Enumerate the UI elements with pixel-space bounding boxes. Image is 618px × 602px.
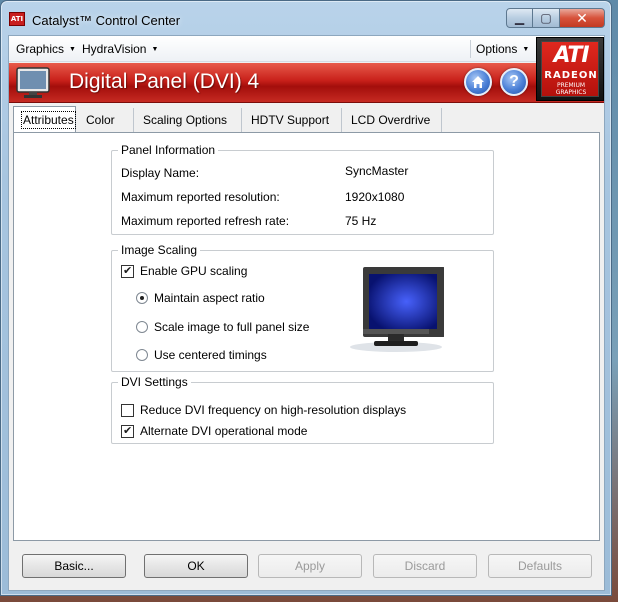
panel-information-group: Panel Information Display Name: SyncMast…	[111, 143, 494, 235]
maintain-aspect-ratio-radio[interactable]	[136, 292, 148, 304]
home-button[interactable]	[464, 68, 492, 96]
attributes-panel: Panel Information Display Name: SyncMast…	[13, 132, 600, 541]
catalyst-window: ATI Catalyst™ Control Center ▁ ▢ ✕ Graph…	[0, 0, 612, 596]
chevron-down-icon: ▼	[151, 45, 159, 53]
maintain-aspect-ratio-label: Maintain aspect ratio	[154, 291, 265, 305]
alternate-dvi-mode-label: Alternate DVI operational mode	[140, 424, 308, 438]
discard-button[interactable]: Discard	[373, 554, 477, 578]
tab-color[interactable]: Color	[77, 108, 134, 132]
max-refresh-rate-label: Maximum reported refresh rate:	[121, 214, 290, 228]
scale-full-panel-option[interactable]: Scale image to full panel size	[136, 320, 309, 334]
maintain-aspect-ratio-option[interactable]: Maintain aspect ratio	[136, 291, 265, 305]
monitor-preview-icon	[350, 267, 444, 352]
max-refresh-rate-value: 75 Hz	[345, 214, 377, 228]
tab-scaling-options[interactable]: Scaling Options	[134, 108, 242, 132]
display-name-label: Display Name:	[121, 166, 200, 180]
menu-separator	[470, 40, 471, 58]
centered-timings-label: Use centered timings	[154, 348, 267, 362]
chevron-down-icon: ▼	[69, 45, 76, 53]
page-title: Digital Panel (DVI) 4	[69, 70, 260, 93]
tab-lcd-overdrive-label: LCD Overdrive	[351, 113, 431, 127]
monitor-icon	[16, 67, 50, 98]
window-title: Catalyst™ Control Center	[32, 13, 181, 28]
menu-bar: Graphics ▼ HydraVision ▼ Options ▼	[9, 36, 604, 62]
tab-hdtv-support[interactable]: HDTV Support	[242, 108, 342, 132]
ati-radeon-logo: ATI RADEON PREMIUM GRAPHICS	[536, 37, 604, 101]
panel-information-title: Panel Information	[118, 143, 219, 157]
enable-gpu-scaling-label: Enable GPU scaling	[140, 264, 248, 278]
tab-color-label: Color	[86, 113, 115, 127]
ok-button[interactable]: OK	[144, 554, 248, 578]
dvi-settings-group: DVI Settings Reduce DVI frequency on hig…	[111, 375, 494, 444]
chevron-down-icon: ▼	[522, 45, 530, 53]
home-icon	[472, 76, 484, 88]
dialog-button-bar: Basic... OK Apply Discard Defaults	[9, 544, 604, 590]
scale-full-panel-label: Scale image to full panel size	[154, 320, 310, 334]
max-resolution-value: 1920x1080	[345, 190, 405, 204]
basic-button[interactable]: Basic...	[22, 554, 126, 578]
minimize-button[interactable]: ▁	[506, 8, 533, 28]
ati-logo-badge: ATI RADEON PREMIUM GRAPHICS	[541, 41, 599, 97]
reduce-dvi-frequency-checkbox[interactable]	[121, 403, 134, 417]
maximize-icon: ▢	[540, 11, 552, 25]
menu-hydravision[interactable]: HydraVision ▼	[82, 42, 158, 56]
help-icon: ?	[509, 73, 519, 90]
close-button[interactable]: ✕	[560, 8, 605, 28]
reduce-dvi-frequency-label: Reduce DVI frequency on high-resolution …	[140, 403, 407, 417]
reduce-dvi-frequency-option[interactable]: Reduce DVI frequency on high-resolution …	[121, 403, 406, 417]
alternate-dvi-mode-checkbox[interactable]	[121, 424, 134, 438]
title-bar[interactable]: ATI Catalyst™ Control Center ▁ ▢ ✕	[1, 1, 611, 35]
centered-timings-option[interactable]: Use centered timings	[136, 348, 267, 362]
dvi-settings-title: DVI Settings	[118, 375, 191, 389]
minimize-icon: ▁	[514, 11, 525, 25]
tab-hdtv-support-label: HDTV Support	[251, 113, 330, 127]
alternate-dvi-mode-option[interactable]: Alternate DVI operational mode	[121, 424, 307, 438]
centered-timings-radio[interactable]	[136, 349, 148, 361]
maximize-button[interactable]: ▢	[533, 8, 560, 28]
page-banner: Digital Panel (DVI) 4 ?	[9, 63, 604, 103]
menu-options-label: Options	[476, 42, 518, 56]
tab-attributes-label: Attributes	[21, 111, 76, 129]
image-scaling-group: Image Scaling Enable GPU scaling Maintai…	[111, 243, 494, 372]
caption-buttons: ▁ ▢ ✕	[506, 8, 605, 28]
help-button[interactable]: ?	[500, 68, 528, 96]
image-scaling-title: Image Scaling	[118, 243, 201, 257]
display-name-value: SyncMaster	[345, 164, 409, 178]
client-area: Graphics ▼ HydraVision ▼ Options ▼ Digit…	[8, 35, 605, 591]
menu-graphics-label: Graphics	[16, 42, 65, 56]
close-icon: ✕	[576, 9, 588, 26]
scale-full-panel-radio[interactable]	[136, 321, 148, 333]
menu-options[interactable]: Options ▼	[476, 42, 529, 56]
max-resolution-label: Maximum reported resolution:	[121, 190, 280, 204]
apply-button[interactable]: Apply	[258, 554, 362, 578]
ati-app-icon: ATI	[9, 12, 25, 26]
ati-logo-word: ATI	[553, 43, 589, 68]
ati-logo-radeon: RADEON	[544, 70, 598, 81]
enable-gpu-scaling-checkbox[interactable]	[121, 264, 134, 278]
menu-hydravision-label: HydraVision	[82, 42, 147, 56]
tab-scaling-options-label: Scaling Options	[143, 113, 228, 127]
enable-gpu-scaling-option[interactable]: Enable GPU scaling	[121, 264, 247, 278]
tab-attributes[interactable]: Attributes	[13, 106, 76, 133]
ati-logo-graphics: GRAPHICS	[555, 89, 587, 96]
defaults-button[interactable]: Defaults	[488, 554, 592, 578]
tab-lcd-overdrive[interactable]: LCD Overdrive	[342, 108, 442, 132]
menu-graphics[interactable]: Graphics ▼	[16, 42, 76, 56]
